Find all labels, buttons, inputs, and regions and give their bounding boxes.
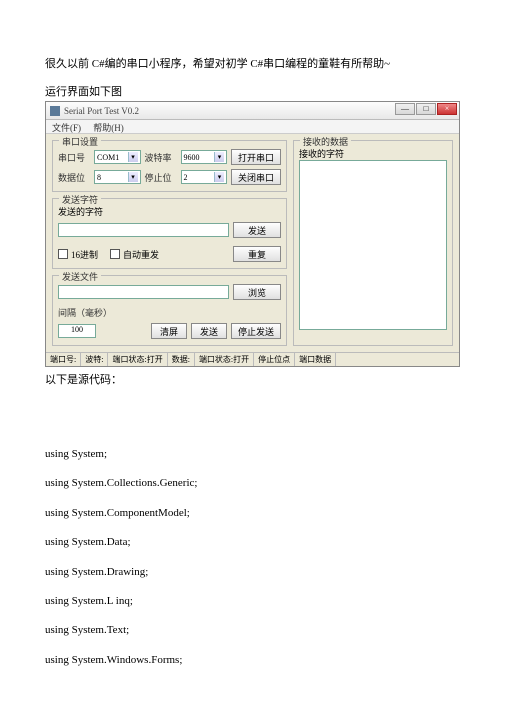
port-label: 串口号: [58, 151, 90, 164]
code-line: using System.Data;: [45, 535, 460, 550]
status-state1: 端口状态:打开: [108, 353, 167, 366]
code-line: using System.Drawing;: [45, 565, 460, 580]
code-line: using System.Collections.Generic;: [45, 476, 460, 491]
auto-checkbox[interactable]: [110, 249, 120, 259]
code-section: using System; using System.Collections.G…: [45, 447, 460, 668]
stop-send-button[interactable]: 停止发送: [231, 323, 281, 339]
hex-label: 16进制: [71, 248, 98, 261]
serial-group-title: 串口设置: [59, 135, 101, 148]
baud-combo[interactable]: 9600▾: [181, 150, 228, 164]
menu-help[interactable]: 帮助(H): [93, 123, 124, 133]
app-icon: [50, 106, 60, 116]
databit-label: 数据位: [58, 171, 90, 184]
status-baud: 波特:: [81, 353, 108, 366]
chevron-down-icon: ▾: [128, 172, 138, 182]
menu-file[interactable]: 文件(F): [52, 123, 81, 133]
close-button[interactable]: ×: [437, 103, 457, 115]
serial-settings-group: 串口设置 串口号 COM1▾ 波特率 9600▾ 打开串口 数据位 8▾ 停止位…: [52, 140, 287, 192]
stopbit-combo[interactable]: 2▾: [181, 170, 228, 184]
status-state2: 端口状态:打开: [195, 353, 254, 366]
auto-label: 自动重发: [123, 248, 159, 261]
hex-checkbox[interactable]: [58, 249, 68, 259]
send-group-title: 发送字符: [59, 193, 101, 206]
status-portdata: 端口数据: [295, 353, 336, 366]
databit-combo[interactable]: 8▾: [94, 170, 141, 184]
code-line: using System.Windows.Forms;: [45, 653, 460, 668]
status-stop: 停止位点: [254, 353, 295, 366]
code-line: using System.ComponentModel;: [45, 506, 460, 521]
menubar: 文件(F) 帮助(H): [46, 120, 459, 134]
receive-group: 接收的数据 接收的字符: [293, 140, 453, 346]
open-port-button[interactable]: 打开串口: [231, 149, 281, 165]
code-line: using System.L inq;: [45, 594, 460, 609]
minimize-button[interactable]: —: [395, 103, 415, 115]
repeat-button[interactable]: 重复: [233, 246, 281, 262]
receive-sub-label: 接收的字符: [299, 147, 447, 160]
intro-text: 很久以前 C#编的串口小程序，希望对初学 C#串口编程的童鞋有所帮助~: [45, 55, 460, 71]
status-port: 端口号:: [46, 353, 81, 366]
receive-textarea[interactable]: [299, 160, 447, 330]
chevron-down-icon: ▾: [214, 152, 224, 162]
close-port-button[interactable]: 关闭串口: [231, 169, 281, 185]
status-data: 数据:: [168, 353, 195, 366]
file-group-title: 发送文件: [59, 270, 101, 283]
chevron-down-icon: ▾: [128, 152, 138, 162]
code-line: using System.Text;: [45, 623, 460, 638]
receive-group-title: 接收的数据: [300, 135, 351, 148]
caption-text: 运行界面如下图: [45, 83, 460, 99]
send-group: 发送字符 发送的字符 发送 16进制 自动重发 重复: [52, 198, 287, 269]
baud-label: 波特率: [145, 151, 177, 164]
app-window: Serial Port Test V0.2 — □ × 文件(F) 帮助(H) …: [45, 101, 460, 367]
send-button[interactable]: 发送: [233, 222, 281, 238]
clear-button[interactable]: 清屏: [151, 323, 187, 339]
browse-button[interactable]: 浏览: [233, 284, 281, 300]
file-input[interactable]: [58, 285, 229, 299]
send-input[interactable]: [58, 223, 229, 237]
send-file-button[interactable]: 发送: [191, 323, 227, 339]
interval-input[interactable]: 100: [58, 324, 96, 338]
chevron-down-icon: ▾: [214, 172, 224, 182]
file-group: 发送文件 浏览 间隔（毫秒） 100 清屏 发送 停止发送: [52, 275, 287, 346]
maximize-button[interactable]: □: [416, 103, 436, 115]
window-title: Serial Port Test V0.2: [64, 106, 139, 116]
titlebar: Serial Port Test V0.2 — □ ×: [46, 102, 459, 120]
port-combo[interactable]: COM1▾: [94, 150, 141, 164]
after-text: 以下是源代码：: [45, 371, 460, 387]
stopbit-label: 停止位: [145, 171, 177, 184]
interval-label: 间隔（毫秒）: [58, 306, 118, 319]
code-line: using System;: [45, 447, 460, 462]
statusbar: 端口号: 波特: 端口状态:打开 数据: 端口状态:打开 停止位点 端口数据: [46, 352, 459, 366]
send-label: 发送的字符: [58, 205, 281, 218]
